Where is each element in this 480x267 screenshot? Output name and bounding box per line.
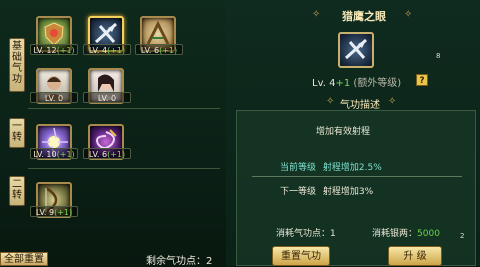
category-char: 础 (12, 52, 22, 63)
skill-level-label: LV. 9(+1) (30, 206, 78, 217)
reset-skill-button[interactable]: 重置气功 (272, 246, 330, 266)
category-char: 二 (12, 179, 22, 190)
level-text: LV. 6 (140, 46, 160, 55)
cost-silver-value: 5000 (417, 229, 440, 239)
next-level-label: 下一等级 (280, 187, 317, 197)
ornament-right-icon: ✧ (404, 9, 413, 20)
level-bonus: (+1) (107, 150, 126, 159)
level-bonus: +1 (335, 78, 351, 89)
skill-level-line: Lv. 4+1 (额外等级) (312, 74, 401, 89)
reset-all-button[interactable]: 全部重置 (0, 252, 48, 266)
detail-divider (252, 176, 462, 177)
extra-level-note: (额外等级) (353, 78, 402, 89)
current-level-line: 当前等级 射程增加2.5% (280, 160, 382, 173)
selected-skill-icon-frame (338, 32, 374, 68)
help-button[interactable]: ? (416, 74, 428, 86)
next-level-line: 下一等级 射程增加3% (280, 184, 373, 197)
category-char: 转 (12, 190, 22, 201)
level-text: LV. 6 (88, 150, 108, 159)
current-level-label: 当前等级 (280, 163, 317, 173)
level-text: LV. 12 (33, 46, 57, 55)
next-level-effect: 射程增加3% (322, 187, 374, 197)
current-level-effect: 射程增加2.5% (322, 163, 382, 173)
category-tab-basic: 基 础 气 功 (9, 38, 25, 92)
level-text: LV. 10 (33, 150, 57, 159)
edge-mark: 2 (460, 232, 465, 240)
level-text: LV. 0 (97, 94, 117, 103)
level-text: LV. 4 (88, 46, 108, 55)
cost-points-label: 消耗气功点：1 (276, 229, 336, 239)
skill-level-label: LV. 12(+1) (30, 44, 78, 55)
cost-silver-label: 消耗银两： (372, 229, 418, 239)
level-bonus: (+1) (56, 150, 75, 159)
skill-level-label: LV. 6(+1) (135, 44, 183, 55)
category-tab-first-turn: 一 转 (9, 118, 25, 148)
level-text: Lv. 4 (312, 78, 336, 89)
skill-level-label: LV. 0 (83, 92, 131, 103)
skill-level-label: LV. 4(+1) (83, 44, 131, 55)
cost-silver-line: 消耗银两：5000 (372, 226, 440, 239)
ornament-right-icon: ✧ (388, 96, 397, 107)
ornament-left-icon: ✧ (326, 96, 335, 107)
description-header: 气功描述 (340, 100, 380, 111)
level-text: LV. 9 (35, 208, 55, 217)
skill-effect-text: 增加有效射程 (316, 127, 371, 137)
skill-level-label: LV. 0 (30, 92, 78, 103)
level-bonus: (+1) (54, 208, 73, 217)
level-bonus: (+1) (56, 46, 75, 55)
section-divider (28, 168, 220, 169)
category-tab-second-turn: 二 转 (9, 176, 25, 206)
category-char: 转 (12, 132, 22, 143)
section-divider (28, 108, 220, 109)
hawk-eye-icon (344, 38, 368, 60)
level-bonus: (+1) (107, 46, 126, 55)
category-char: 基 (12, 41, 22, 52)
category-char: 气 (12, 63, 22, 74)
skill-tree-panel: 基 础 气 功 一 转 二 转 LV. 12(+1) LV. 4(+1) LV.… (0, 0, 227, 267)
category-char: 一 (12, 121, 22, 132)
category-char: 功 (12, 74, 22, 85)
skill-level-label: LV. 6(+1) (83, 148, 131, 159)
upgrade-button[interactable]: 升 级 (388, 246, 442, 266)
level-text: LV. 0 (44, 94, 64, 103)
skill-level-label: LV. 10(+1) (30, 148, 78, 159)
remaining-points-label: 剩余气功点：2 (146, 256, 213, 267)
skill-title: 猎鹰之眼 (342, 10, 386, 23)
edge-mark: 8 (436, 52, 441, 60)
level-bonus: (+1) (159, 46, 178, 55)
